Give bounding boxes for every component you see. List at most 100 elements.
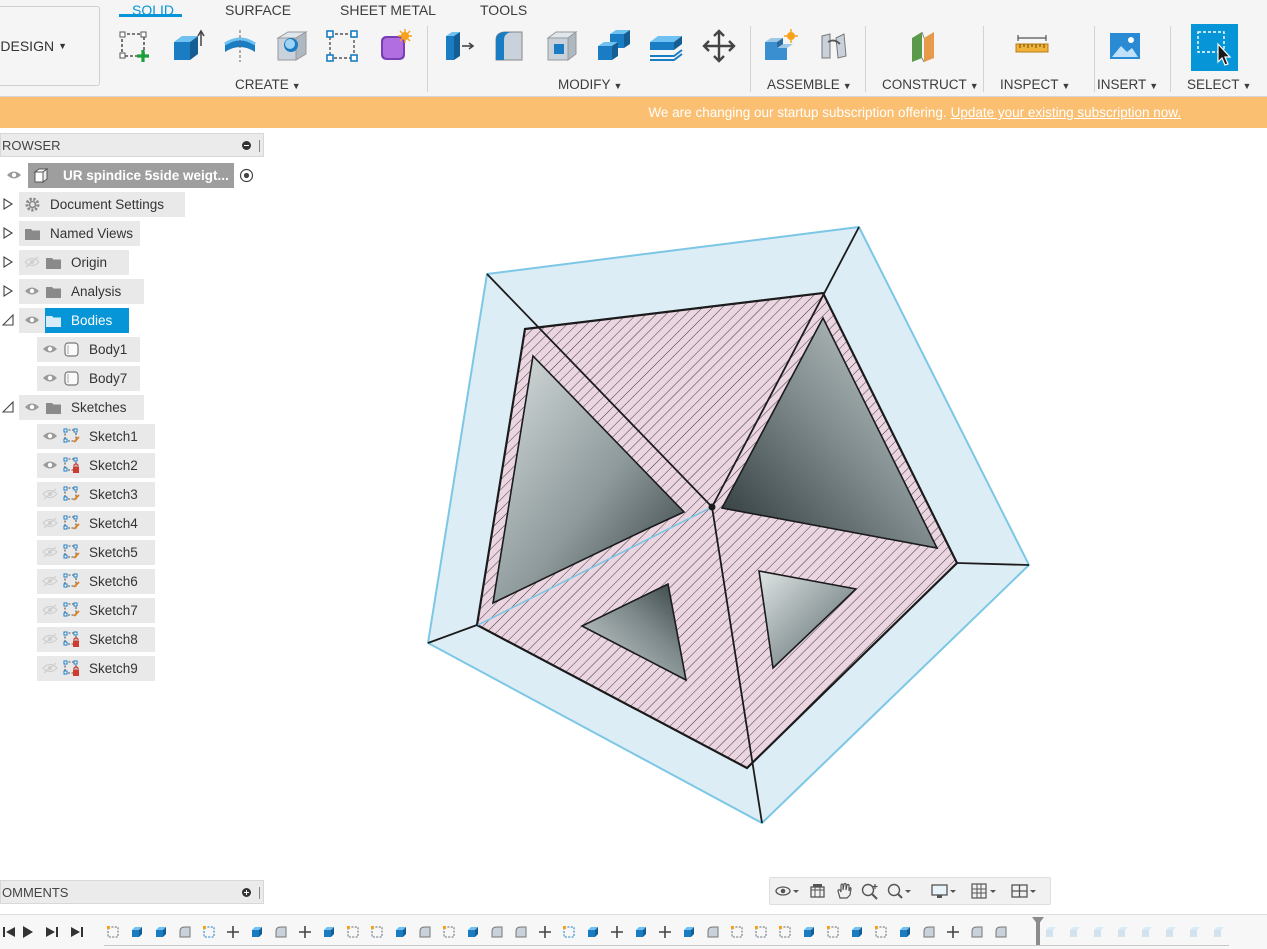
- browser-item-sketch3[interactable]: Sketch3: [0, 482, 264, 507]
- timeline-feature-sketch-icon[interactable]: [754, 925, 768, 939]
- timeline-feature-move-icon[interactable]: [538, 925, 552, 939]
- timeline-feature-sketch-icon[interactable]: [106, 925, 120, 939]
- browser-item-bodies[interactable]: Bodies: [0, 308, 264, 333]
- extrude-icon[interactable]: [170, 28, 206, 64]
- browser-item-named-views[interactable]: Named Views: [0, 221, 264, 246]
- offset-plane-icon[interactable]: [906, 28, 942, 64]
- browser-item-sketch2[interactable]: Sketch2: [0, 453, 264, 478]
- timeline-suppressed-feature-icon[interactable]: [1140, 925, 1154, 939]
- viewports-icon[interactable]: [1010, 882, 1036, 900]
- browser-item-sketch1[interactable]: Sketch1: [0, 424, 264, 449]
- move-icon[interactable]: [701, 28, 737, 64]
- hole-icon[interactable]: [274, 28, 310, 64]
- timeline-feature-combine-icon[interactable]: [250, 925, 264, 939]
- joint-icon[interactable]: [816, 28, 852, 64]
- timeline-suppressed-feature-icon[interactable]: [1164, 925, 1178, 939]
- timeline-feature-hole-icon[interactable]: [178, 925, 192, 939]
- timeline-feature-fillet-icon[interactable]: [994, 925, 1008, 939]
- visibility-hidden-icon[interactable]: [24, 256, 40, 268]
- timeline-feature-rect-icon[interactable]: [202, 925, 216, 939]
- revolve-icon[interactable]: [222, 28, 258, 64]
- browser-item-sketch4[interactable]: Sketch4: [0, 511, 264, 536]
- timeline-feature-rect-icon[interactable]: [562, 925, 576, 939]
- shell-icon[interactable]: [544, 28, 580, 64]
- browser-item-sketch5[interactable]: Sketch5: [0, 540, 264, 565]
- model-canvas[interactable]: [264, 128, 1267, 908]
- browser-item-origin[interactable]: Origin: [0, 250, 264, 275]
- activate-component-icon[interactable]: [238, 167, 255, 184]
- create-form-icon[interactable]: [377, 28, 413, 64]
- timeline-feature-press-icon[interactable]: [394, 925, 408, 939]
- timeline-feature-move-icon[interactable]: [946, 925, 960, 939]
- timeline-feature-press-icon[interactable]: [850, 925, 864, 939]
- fit-icon[interactable]: [886, 882, 911, 900]
- visibility-eye-icon[interactable]: [42, 459, 58, 471]
- browser-item-document-settings[interactable]: Document Settings: [0, 192, 264, 217]
- browser-item-sketch9[interactable]: Sketch9: [0, 656, 264, 681]
- timeline-feature-fillet-icon[interactable]: [922, 925, 936, 939]
- timeline-feature-move-icon[interactable]: [226, 925, 240, 939]
- browser-item-body1[interactable]: Body1: [0, 337, 264, 362]
- pan-icon[interactable]: [834, 882, 854, 900]
- timeline-feature-sketch-icon[interactable]: [442, 925, 456, 939]
- browser-item-body7[interactable]: Body7: [0, 366, 264, 391]
- step-forward-icon[interactable]: [45, 925, 59, 939]
- visibility-hidden-icon[interactable]: [42, 575, 58, 587]
- visibility-hidden-icon[interactable]: [42, 662, 58, 674]
- timeline-feature-sketch-icon[interactable]: [730, 925, 744, 939]
- create-sketch-icon[interactable]: [118, 28, 154, 64]
- timeline-feature-combine-icon[interactable]: [634, 925, 648, 939]
- banner-update-link[interactable]: Update your existing subscription now.: [951, 105, 1181, 120]
- timeline-feature-sketch-icon[interactable]: [778, 925, 792, 939]
- browser-panel-header[interactable]: ROWSER: [0, 133, 264, 157]
- panel-resize-handle[interactable]: [259, 140, 261, 152]
- visibility-hidden-icon[interactable]: [42, 546, 58, 558]
- timeline-feature-fillet-icon[interactable]: [706, 925, 720, 939]
- timeline-suppressed-feature-icon[interactable]: [1068, 925, 1082, 939]
- window-select-icon[interactable]: [1191, 24, 1238, 71]
- new-component-icon[interactable]: [763, 28, 799, 64]
- timeline-feature-sketch-icon[interactable]: [370, 925, 384, 939]
- offset-face-icon[interactable]: [648, 28, 684, 64]
- browser-item-sketch7[interactable]: Sketch7: [0, 598, 264, 623]
- panel-resize-handle[interactable]: [259, 887, 261, 899]
- timeline-feature-combine-icon[interactable]: [682, 925, 696, 939]
- expand-arrow-icon[interactable]: [2, 198, 14, 210]
- visibility-hidden-icon[interactable]: [42, 517, 58, 529]
- timeline-suppressed-feature-icon[interactable]: [1212, 925, 1226, 939]
- combine-icon[interactable]: [596, 28, 632, 64]
- expand-arrow-icon[interactable]: [2, 285, 14, 297]
- timeline-feature-press-icon[interactable]: [466, 925, 480, 939]
- display-settings-icon[interactable]: [930, 882, 956, 900]
- timeline-feature-combine-icon[interactable]: [586, 925, 600, 939]
- timeline-feature-move-icon[interactable]: [658, 925, 672, 939]
- assemble-menu[interactable]: ASSEMBLE ▼: [767, 77, 852, 92]
- zoom-icon[interactable]: [860, 882, 880, 900]
- browser-item-analysis[interactable]: Analysis: [0, 279, 264, 304]
- visibility-eye-icon[interactable]: [24, 285, 40, 297]
- browser-item-sketches[interactable]: Sketches: [0, 395, 264, 420]
- timeline-feature-press-icon[interactable]: [802, 925, 816, 939]
- select-menu[interactable]: SELECT ▼: [1187, 77, 1251, 92]
- fillet-icon[interactable]: [492, 28, 528, 64]
- visibility-eye-icon[interactable]: [42, 372, 58, 384]
- expand-panel-icon[interactable]: [242, 888, 251, 897]
- timeline-feature-press-icon[interactable]: [898, 925, 912, 939]
- tab-surface[interactable]: SURFACE: [225, 2, 291, 18]
- browser-root-document[interactable]: UR spindice 5side weigt...: [0, 163, 264, 188]
- timeline-feature-fillet-icon[interactable]: [418, 925, 432, 939]
- press-pull-icon[interactable]: [440, 28, 476, 64]
- create-menu[interactable]: CREATE ▼: [235, 77, 301, 92]
- timeline-feature-revolve-icon[interactable]: [154, 925, 168, 939]
- visibility-eye-icon[interactable]: [42, 430, 58, 442]
- timeline-feature-fillet-icon[interactable]: [490, 925, 504, 939]
- workspace-switcher-button[interactable]: DESIGN ▼: [0, 6, 100, 86]
- timeline-feature-hole-icon[interactable]: [514, 925, 528, 939]
- visibility-hidden-icon[interactable]: [42, 604, 58, 616]
- visibility-eye-icon[interactable]: [24, 314, 40, 326]
- timeline-feature-fillet-icon[interactable]: [970, 925, 984, 939]
- expand-arrow-icon[interactable]: [2, 256, 14, 268]
- timeline-feature-move-icon[interactable]: [298, 925, 312, 939]
- modify-menu[interactable]: MODIFY ▼: [558, 77, 622, 92]
- insert-menu[interactable]: INSERT ▼: [1097, 77, 1158, 92]
